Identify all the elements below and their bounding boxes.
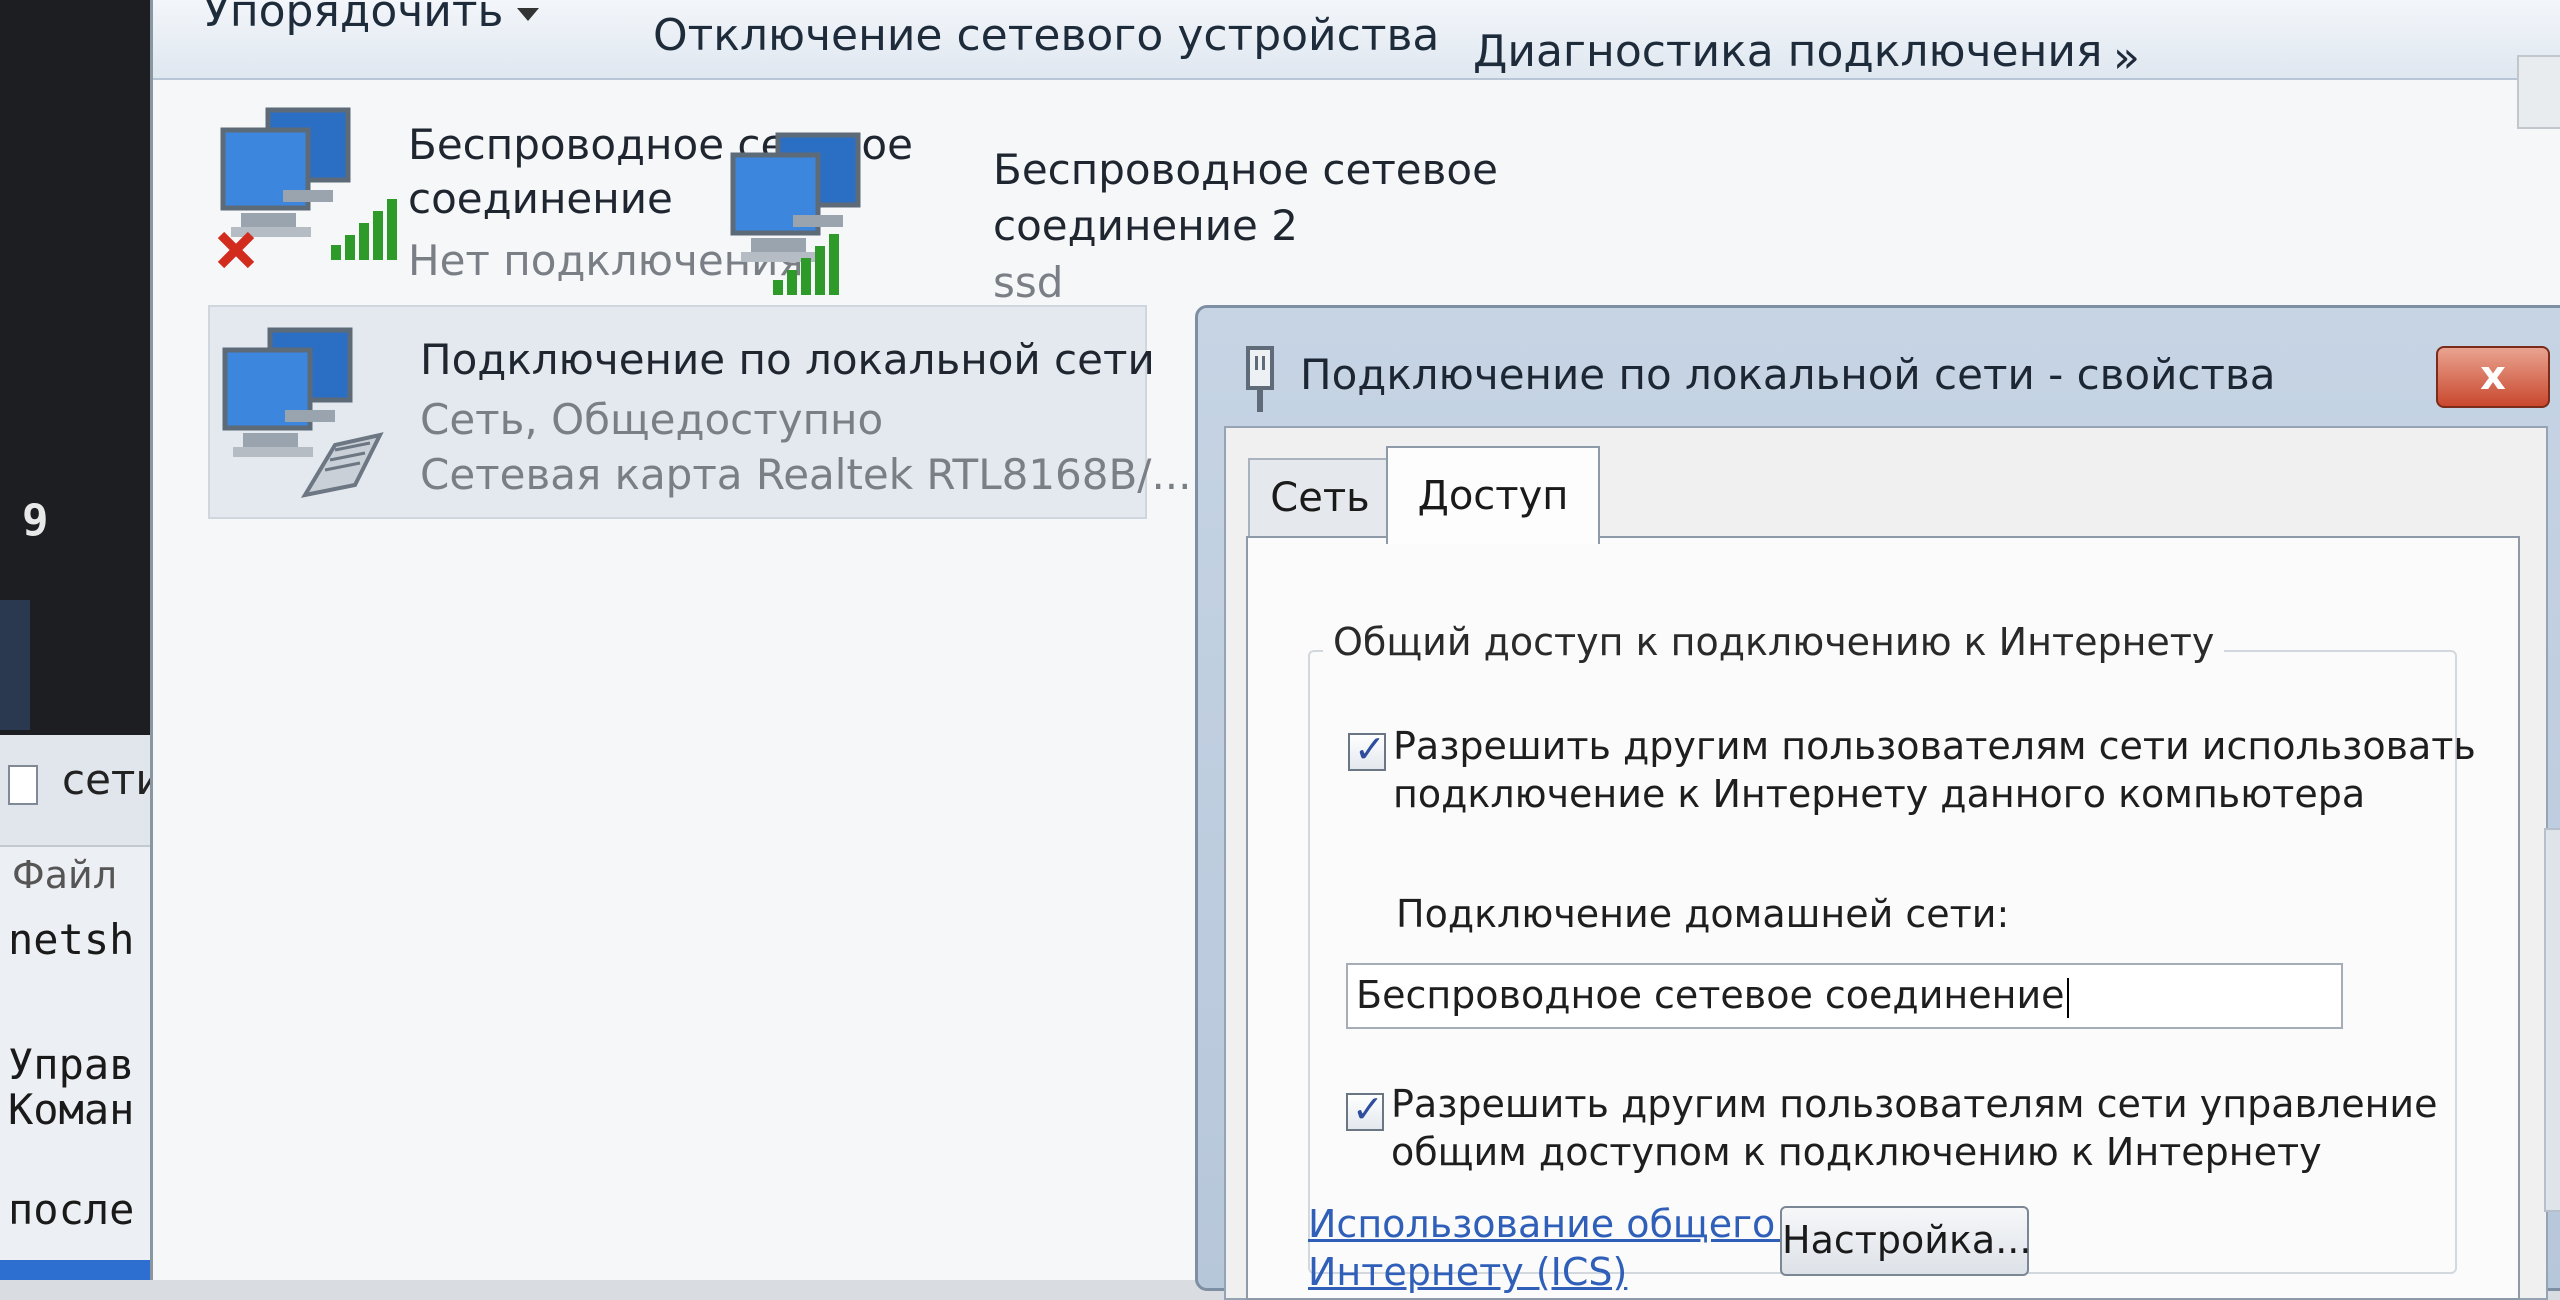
more-commands-button[interactable]: » [2113,32,2140,83]
checkmark-icon: ✓ [1352,1087,1384,1131]
console-selection-bar [0,600,30,730]
tab-network[interactable]: Сеть [1248,458,1392,538]
ics-group-title: Общий доступ к подключению к Интернету [1323,620,2225,664]
command-bar: Упорядочить Отключение сетевого устройст… [153,0,2560,83]
allow-sharing-label-cont: подключение к Интернету данного компьюте… [1393,772,2366,816]
allow-sharing-label: Разрешить другим пользователям сети испо… [1393,724,2476,768]
text-caret [2066,977,2069,1018]
notepad-line: netsh [8,915,135,964]
diagnose-button[interactable]: Диагностика подключения [1473,26,2102,77]
organize-label: Упорядочить [203,0,504,37]
tab-sharing[interactable]: Доступ [1386,446,1600,544]
dialog-title: Подключение по локальной сети - свойства [1300,350,2276,399]
allow-control-checkbox[interactable]: ✓ [1346,1087,1384,1131]
dialog-body: Сеть Доступ Общий доступ к подключению к… [1224,426,2548,1300]
scrollbar[interactable] [2517,55,2560,129]
scrollbar[interactable] [2544,828,2560,1212]
properties-dialog: Подключение по локальной сети - свойства… [1195,305,2560,1300]
notepad-line: Управ [8,1040,135,1089]
connection-status: Сеть, Общедоступно [420,395,884,444]
allow-sharing-checkbox[interactable]: ✓ [1348,727,1386,771]
home-network-field[interactable]: Беспроводное сетевое соединение [1346,963,2343,1029]
local-area-connection-item[interactable]: Подключение по локальной сети Сеть, Обще… [208,305,1192,519]
sharing-tab-panel: Общий доступ к подключению к Интернету ✓… [1246,536,2520,1300]
connection-name-cont: соединение 2 [993,201,1298,250]
network-computers-icon [730,132,861,295]
organize-button[interactable]: Упорядочить [203,0,540,37]
allow-control-label: Разрешить другим пользователям сети упра… [1391,1082,2438,1126]
connection-name: Беспроводное сетевое [993,145,1498,194]
network-computers-icon [222,327,384,498]
notepad-menu-file[interactable]: Файл [12,853,117,897]
notepad-line: после [8,1185,135,1234]
notepad-status-strip [0,1260,155,1280]
background-console-window: 9 сети Файл netsh Управ Коман после [0,0,175,1280]
close-button[interactable]: x [2436,346,2550,408]
home-network-value: Беспроводное сетевое соединение [1356,973,2065,1017]
connection-name: Подключение по локальной сети [420,335,1155,384]
notepad-title: сети [62,755,163,804]
settings-button[interactable]: Настройка... [1780,1206,2031,1276]
notepad-icon [8,765,38,805]
console-digit: 9 [22,495,49,546]
notepad-line: Коман [8,1085,135,1134]
notepad-window[interactable]: сети Файл netsh Управ Коман после [0,735,163,1280]
wireless-connection-2-item[interactable]: Беспроводное сетевое соединение 2 ssd [723,120,1498,310]
chevron-down-icon [517,7,540,21]
checkmark-icon: ✓ [1354,727,1386,771]
adapter-name: Сетевая карта Realtek RTL8168B/... [420,450,1192,499]
connection-name-cont: соединение [408,174,673,223]
connection-status: ssd [993,258,1064,307]
allow-control-label-cont: общим доступом к подключению к Интернету [1391,1130,2322,1174]
home-network-label: Подключение домашней сети: [1396,892,2010,936]
network-cable-icon [1246,346,1274,412]
notepad-title-bar[interactable]: сети [0,735,163,847]
disable-device-button[interactable]: Отключение сетевого устройства [653,10,1439,61]
network-computers-icon [217,107,397,269]
